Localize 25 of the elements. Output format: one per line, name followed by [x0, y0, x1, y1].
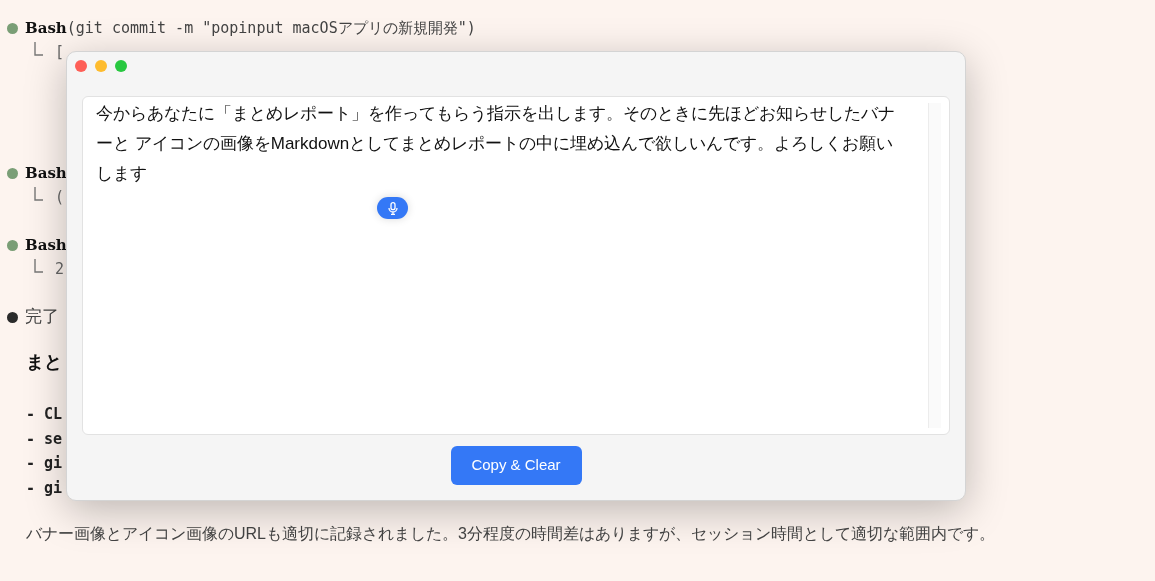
message-text: 完了 [25, 306, 59, 329]
corner-connector-icon [34, 42, 43, 56]
section-heading: まと [26, 351, 62, 374]
output-text: [ [55, 41, 65, 63]
tool-arguments: (git commit -m "popinput macOSアプリの新規開発") [66, 17, 476, 39]
list-item: - CL [26, 404, 63, 425]
close-button[interactable] [75, 60, 87, 72]
tool-name: Bash [25, 162, 67, 184]
corner-connector-icon [34, 259, 43, 273]
tool-name: Bash [25, 234, 67, 256]
list-item: - gi [26, 453, 63, 474]
list-item: - se [26, 428, 63, 450]
list-item: - gi [26, 477, 63, 499]
zoom-button[interactable] [115, 60, 127, 72]
microphone-button[interactable] [377, 197, 408, 219]
microphone-icon [387, 201, 398, 215]
output-text: ( [55, 186, 65, 208]
corner-connector-icon [34, 187, 43, 201]
output-text: 2 [55, 258, 65, 280]
copy-clear-button[interactable]: Copy & Clear [450, 446, 582, 485]
input-field[interactable]: 今からあなたに「まとめレポート」を作ってもらう指示を出します。そのときに先ほどお知らせしたバナーと アイコンの画像をMarkdownとしてまとめレポートの中に埋め込んで欲しいんです。よろしくお願いします [82, 96, 950, 435]
summary-paragraph: バナー画像とアイコン画像のURLも適切に記録されました。3分程度の時間差はありますが、セッション時間として適切な範囲内です。 [26, 524, 996, 544]
minimize-button[interactable] [95, 60, 107, 72]
input-text: 今からあなたに「まとめレポート」を作ってもらう指示を出します。そのときに先ほどお知らせしたバナーと アイコンの画像をMarkdownとしてまとめレポートの中に埋め込んで欲しいんです。よろしくお願いします [96, 103, 896, 185]
tool-name: Bash [25, 17, 67, 39]
